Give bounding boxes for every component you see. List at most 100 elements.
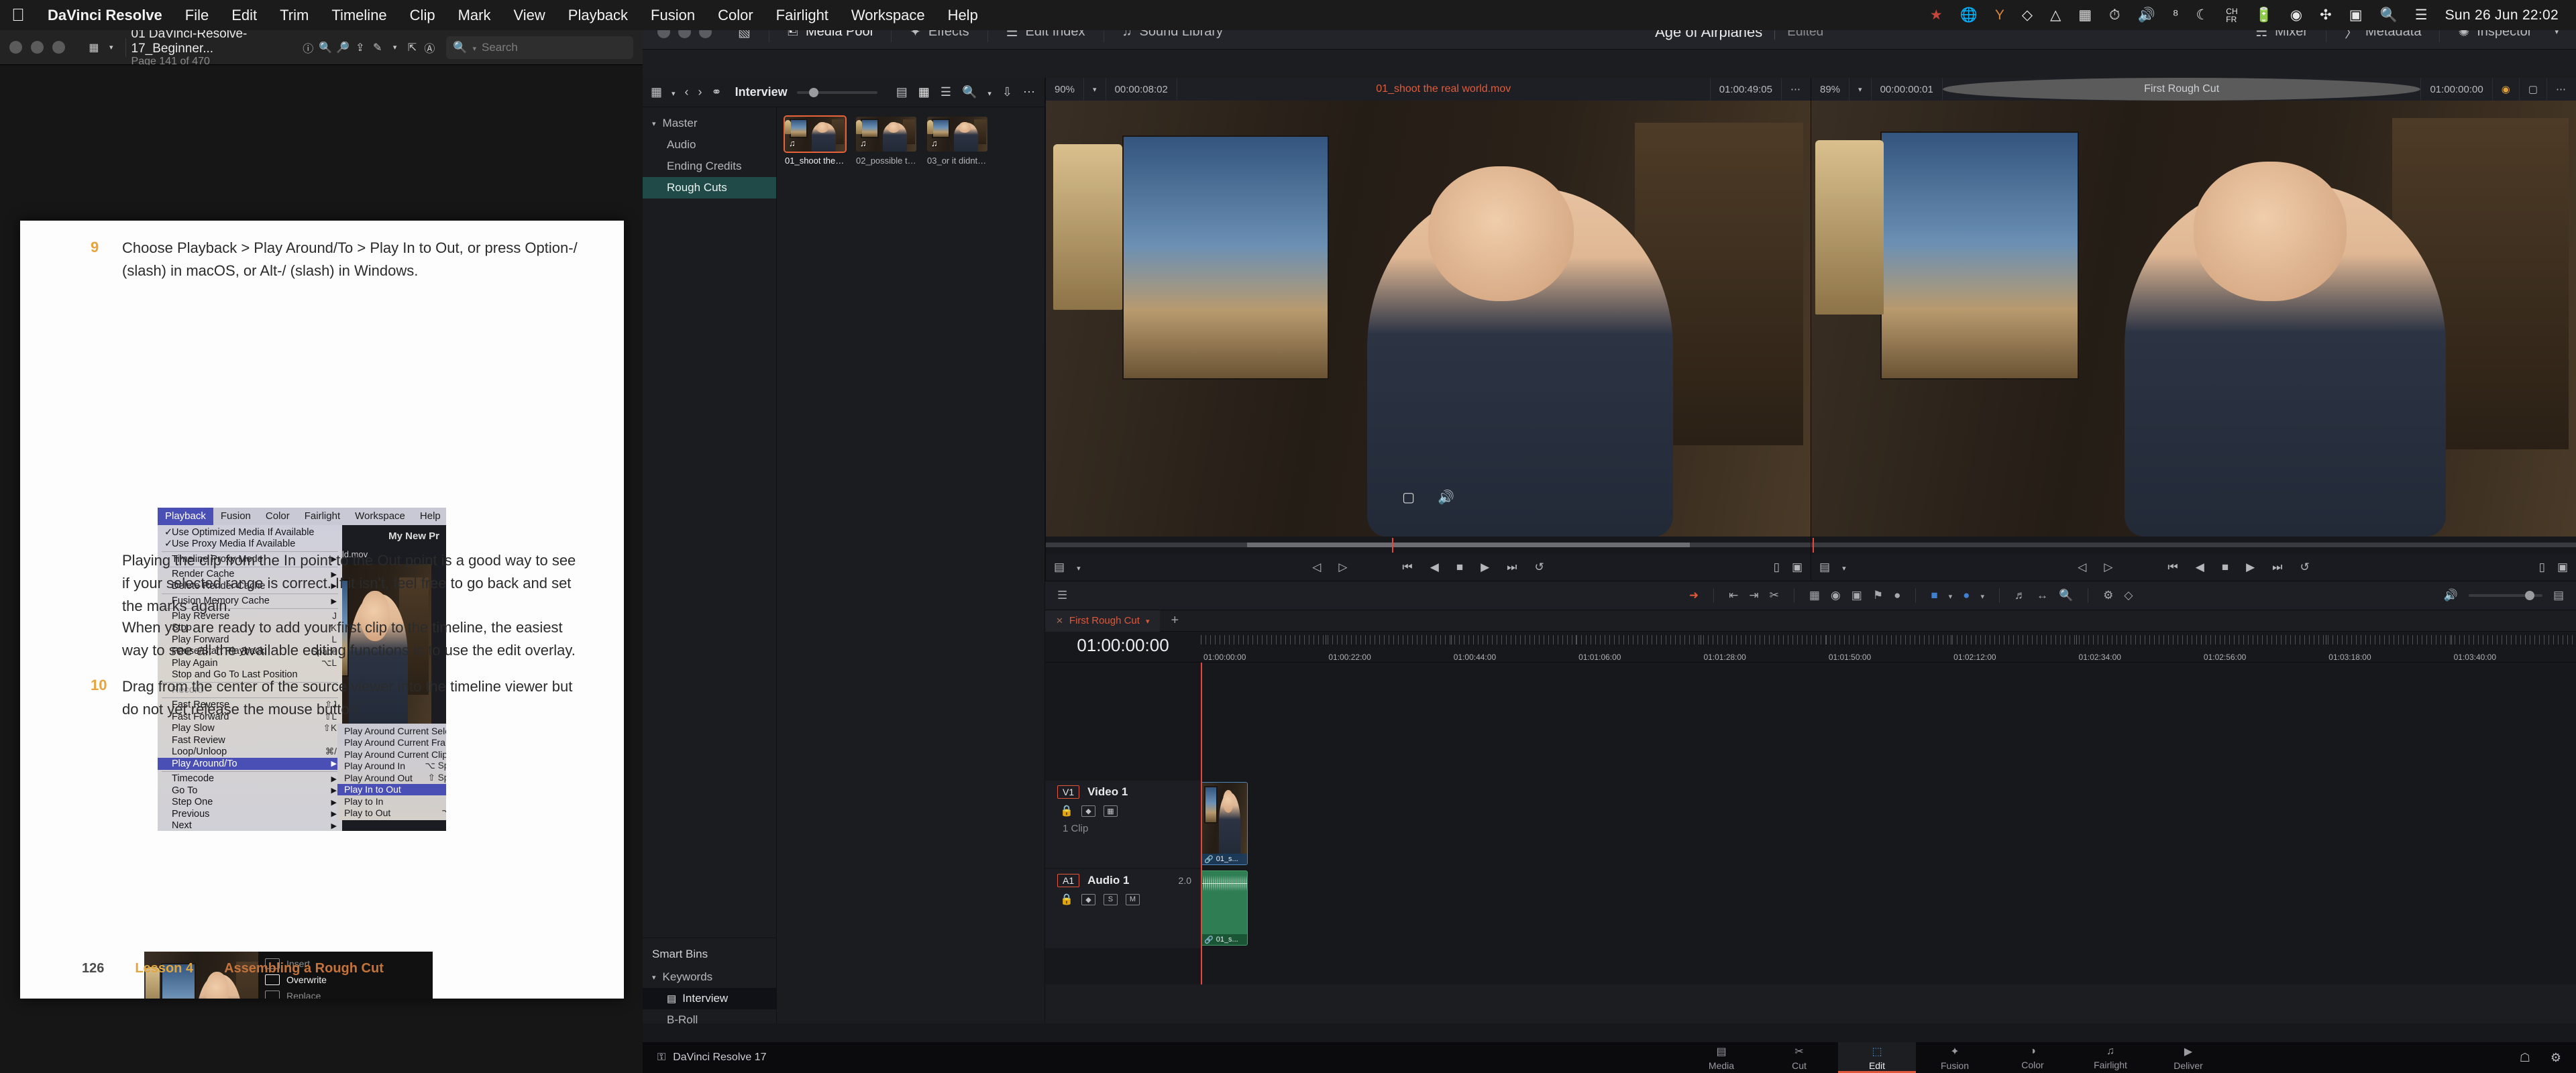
menu-item-view[interactable]: View (502, 7, 556, 24)
marker-color-icon[interactable]: ● (1963, 589, 1970, 602)
menu-item-trim[interactable]: Trim (268, 7, 320, 24)
lock-icon[interactable]: 🔒 (1060, 804, 1073, 817)
timeline-ruler[interactable]: 01:00:00:00 01:00:00:00 01:00:22:00 01:00:… (1045, 632, 2576, 663)
source-viewer-screen[interactable]: ▢ 🔊 (1046, 101, 1811, 536)
share-icon[interactable]: ⇪ (352, 37, 369, 58)
chevron-down-icon[interactable] (672, 85, 676, 99)
search-icon[interactable]: 🔍 (962, 85, 977, 99)
track-badge-a1[interactable]: A1 (1057, 874, 1080, 887)
mute-button[interactable]: M (1125, 893, 1140, 905)
macos-clock[interactable]: Sun 26 Jun 22:02 (2445, 7, 2559, 23)
bin-item-master[interactable]: ▾ Master (643, 113, 776, 134)
globe-icon[interactable]: 🌐 (1960, 7, 1978, 23)
step-back-icon[interactable]: ◀ (2196, 561, 2204, 574)
chevron-down-icon[interactable]: ▾ (652, 119, 656, 128)
window-controls[interactable] (9, 41, 65, 54)
stop-icon[interactable]: ■ (2222, 561, 2229, 574)
snapshot-icon[interactable]: ▣ (2557, 561, 2568, 574)
viewer-mode-icon[interactable]: ▤ (1819, 561, 1830, 574)
display-split-icon[interactable]: ▦ (2078, 7, 2092, 23)
chevron-down-icon[interactable] (987, 85, 991, 99)
menu-item-fairlight[interactable]: Fairlight (765, 7, 840, 24)
position-lock-icon[interactable]: ▣ (1851, 589, 1862, 602)
source-scrubber[interactable] (1046, 536, 1811, 554)
sidebar-icon[interactable]: ▦ (85, 37, 103, 58)
markup-icon[interactable]: ✎ (369, 37, 386, 58)
chevron-down-icon[interactable] (1146, 615, 1150, 626)
jump-start-icon[interactable]: ⏮ (2167, 561, 2178, 574)
minimize-window-button[interactable] (31, 41, 44, 54)
step-back-icon[interactable]: ◀ (1430, 561, 1439, 574)
chevron-down-icon[interactable] (1980, 589, 1984, 602)
menu-item-mark[interactable]: Mark (447, 7, 502, 24)
play-icon[interactable]: ▶ (1481, 561, 1489, 574)
info-icon[interactable]: ⓘ (299, 37, 317, 58)
link-clips-icon[interactable]: ⚭ (712, 85, 722, 99)
clock-icon[interactable]: ⏱ (2109, 7, 2120, 23)
zoom-fit-icon[interactable]: ↔ (2037, 589, 2048, 602)
flag-icon[interactable]: ⚑ (1873, 589, 1883, 602)
sort-icon[interactable]: ⇩ (1002, 85, 1012, 99)
chevron-down-icon[interactable] (1949, 589, 1953, 602)
bluetooth-icon[interactable]: ⁸ (2173, 7, 2179, 23)
pointer-tool-icon[interactable]: ➜ (1689, 589, 1699, 602)
source-timecode-left[interactable]: 00:00:08:02 (1106, 78, 1177, 101)
bin-item-ending-credits[interactable]: Ending Credits (643, 156, 776, 177)
input-source-icon[interactable]: CH FR (2226, 7, 2237, 23)
ruler-ticks[interactable]: 01:00:00:00 01:00:22:00 01:00:44:00 01:01:0… (1201, 631, 2576, 662)
chevron-down-icon[interactable] (1842, 561, 1846, 574)
timeline-clip-v1[interactable]: 🔗 01_s... (1201, 782, 1248, 865)
zoom-icon[interactable]: 🔍 (2059, 589, 2073, 602)
prev-mark-icon[interactable]: ◁ (1312, 561, 1321, 574)
snap-icon[interactable]: ▦ (1809, 589, 1820, 602)
search-input[interactable]: 🔍 Search (446, 36, 634, 59)
menu-item-color[interactable]: Color (706, 7, 765, 24)
menu-item-davinci-resolve[interactable]: DaVinci Resolve (36, 7, 174, 24)
timeline-tab[interactable]: ✕ First Rough Cut (1045, 610, 1161, 632)
link-icon[interactable]: ◉ (1831, 589, 1841, 602)
wifi-icon[interactable]: ◉ (2290, 7, 2302, 23)
apple-icon[interactable]:  (0, 5, 36, 25)
timeline-options-icon[interactable]: ⚙ (2103, 589, 2113, 602)
page-button-fusion[interactable]: ✦ Fusion (1916, 1042, 1994, 1073)
sidebar-toggle-icon[interactable]: ▦ (651, 85, 662, 99)
timeline-zoom-level[interactable]: 89% (1811, 78, 1850, 101)
thumbnail-view-icon[interactable]: ▦ (918, 85, 930, 99)
timeline-timecode-left[interactable]: 00:00:00:01 (1872, 78, 1943, 101)
zoom-in-icon[interactable]: 🔎 (334, 37, 352, 58)
dropbox-icon[interactable]: ◇ (2022, 7, 2033, 23)
timeline-viewer-screen[interactable] (1811, 101, 2576, 536)
playhead[interactable] (1201, 663, 1202, 984)
close-icon[interactable]: ✕ (1056, 616, 1063, 626)
bin-item-rough-cuts[interactable]: Rough Cuts (643, 177, 776, 199)
chevron-down-icon[interactable] (1084, 78, 1106, 101)
page-button-cut[interactable]: ✂ Cut (1760, 1042, 1838, 1073)
options-icon[interactable]: ⋯ (1023, 85, 1036, 99)
overlay-toggle-icon[interactable]: ◇ (2124, 589, 2133, 602)
jump-start-icon[interactable]: ⏮ (1402, 561, 1412, 574)
drive-icon[interactable]: △ (2050, 7, 2061, 23)
viewer-frame-icon[interactable]: ▢ (1402, 489, 1415, 506)
smart-bin-item-keywords[interactable]: ▾ Keywords (643, 966, 776, 988)
step-forward-icon[interactable]: ⏭ (1507, 561, 1517, 574)
menu-item-edit[interactable]: Edit (220, 7, 268, 24)
source-clip-name[interactable]: 01_shoot the real world.mov (1177, 78, 1710, 101)
menu-item-fusion[interactable]: Fusion (639, 7, 706, 24)
media-clip[interactable]: ♫ 02_possible to sh... (856, 117, 916, 166)
list-view-icon[interactable]: ☰ (941, 85, 951, 99)
viewer-mode-icon[interactable]: ▤ (1054, 561, 1065, 574)
auto-select-icon[interactable]: ◆ (1081, 805, 1095, 817)
mark-in-out-icon[interactable]: ▯ (1774, 561, 1780, 574)
next-mark-icon[interactable]: ▷ (2104, 561, 2112, 574)
source-zoom-level[interactable]: 90% (1046, 78, 1085, 101)
audio-level-slider[interactable] (2468, 591, 2542, 600)
forward-icon[interactable]: › (698, 85, 702, 99)
dynamic-trim-icon[interactable]: ⇥ (1749, 589, 1758, 602)
annotate-icon[interactable]: Ⓐ (421, 37, 438, 58)
battery-icon[interactable]: 🔋 (2255, 7, 2273, 23)
page-button-fairlight[interactable]: ♫ Fairlight (2072, 1042, 2149, 1073)
frame-icon[interactable]: ▢ (2518, 78, 2546, 101)
timeline-name[interactable]: First Rough Cut (1942, 78, 2421, 101)
page-button-edit[interactable]: ⬚ Edit (1838, 1042, 1916, 1073)
mark-in-out-icon[interactable]: ▯ (2539, 561, 2545, 574)
